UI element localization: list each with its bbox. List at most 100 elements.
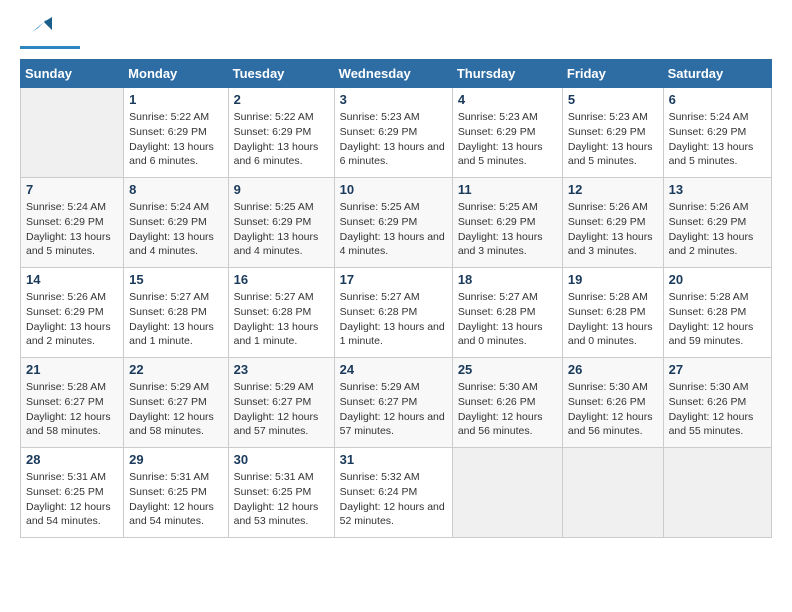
day-number: 20 [669, 272, 766, 287]
day-info: Sunrise: 5:26 AMSunset: 6:29 PMDaylight:… [669, 200, 766, 259]
calendar-cell: 14 Sunrise: 5:26 AMSunset: 6:29 PMDayligh… [21, 268, 124, 358]
day-info: Sunrise: 5:29 AMSunset: 6:27 PMDaylight:… [129, 380, 222, 439]
calendar-cell: 30Sunrise: 5:31 AMSunset: 6:25 PMDayligh… [228, 448, 334, 538]
calendar-cell: 17Sunrise: 5:27 AMSunset: 6:28 PMDayligh… [334, 268, 452, 358]
calendar-cell [562, 448, 663, 538]
weekday-header-thursday: Thursday [452, 60, 562, 88]
day-info: Sunrise: 5:27 AMSunset: 6:28 PMDaylight:… [340, 290, 447, 349]
day-info: Sunrise: 5:29 AMSunset: 6:27 PMDaylight:… [340, 380, 447, 439]
day-number: 23 [234, 362, 329, 377]
calendar-cell: 4 Sunrise: 5:23 AMSunset: 6:29 PMDaylight… [452, 88, 562, 178]
day-info: Sunrise: 5:24 AMSunset: 6:29 PMDaylight:… [669, 110, 766, 169]
day-number: 3 [340, 92, 447, 107]
day-number: 29 [129, 452, 222, 467]
calendar-cell: 12 Sunrise: 5:26 AMSunset: 6:29 PMDayligh… [562, 178, 663, 268]
day-number: 19 [568, 272, 658, 287]
calendar-cell: 31Sunrise: 5:32 AMSunset: 6:24 PMDayligh… [334, 448, 452, 538]
week-row-1: 1 Sunrise: 5:22 AMSunset: 6:29 PMDaylight… [21, 88, 772, 178]
day-info: Sunrise: 5:23 AMSunset: 6:29 PMDaylight:… [568, 110, 658, 169]
calendar-cell: 9 Sunrise: 5:25 AMSunset: 6:29 PMDaylight… [228, 178, 334, 268]
header [20, 20, 772, 49]
day-info: Sunrise: 5:25 AMSunset: 6:29 PMDaylight:… [458, 200, 557, 259]
day-info: Sunrise: 5:31 AMSunset: 6:25 PMDaylight:… [26, 470, 118, 529]
day-number: 16 [234, 272, 329, 287]
calendar-cell: 19 Sunrise: 5:28 AMSunset: 6:28 PMDayligh… [562, 268, 663, 358]
day-info: Sunrise: 5:30 AMSunset: 6:26 PMDaylight:… [458, 380, 557, 439]
day-number: 1 [129, 92, 222, 107]
logo [20, 20, 80, 49]
day-info: Sunrise: 5:32 AMSunset: 6:24 PMDaylight:… [340, 470, 447, 529]
calendar-cell: 10 Sunrise: 5:25 AMSunset: 6:29 PMDayligh… [334, 178, 452, 268]
day-info: Sunrise: 5:24 AMSunset: 6:29 PMDaylight:… [129, 200, 222, 259]
day-info: Sunrise: 5:27 AMSunset: 6:28 PMDaylight:… [234, 290, 329, 349]
day-info: Sunrise: 5:25 AMSunset: 6:29 PMDaylight:… [234, 200, 329, 259]
day-info: Sunrise: 5:25 AMSunset: 6:29 PMDaylight:… [340, 200, 447, 259]
day-number: 27 [669, 362, 766, 377]
day-number: 7 [26, 182, 118, 197]
day-info: Sunrise: 5:27 AMSunset: 6:28 PMDaylight:… [129, 290, 222, 349]
calendar-cell: 21Sunrise: 5:28 AMSunset: 6:27 PMDayligh… [21, 358, 124, 448]
calendar-table: SundayMondayTuesdayWednesdayThursdayFrid… [20, 59, 772, 538]
calendar-cell: 25 Sunrise: 5:30 AMSunset: 6:26 PMDayligh… [452, 358, 562, 448]
day-number: 15 [129, 272, 222, 287]
calendar-cell: 7 Sunrise: 5:24 AMSunset: 6:29 PMDaylight… [21, 178, 124, 268]
calendar-cell: 6Sunrise: 5:24 AMSunset: 6:29 PMDaylight… [663, 88, 771, 178]
day-number: 8 [129, 182, 222, 197]
calendar-cell [21, 88, 124, 178]
day-number: 13 [669, 182, 766, 197]
day-info: Sunrise: 5:24 AMSunset: 6:29 PMDaylight:… [26, 200, 118, 259]
day-number: 21 [26, 362, 118, 377]
day-number: 10 [340, 182, 447, 197]
day-number: 9 [234, 182, 329, 197]
day-info: Sunrise: 5:23 AMSunset: 6:29 PMDaylight:… [458, 110, 557, 169]
day-number: 26 [568, 362, 658, 377]
day-number: 18 [458, 272, 557, 287]
weekday-header-wednesday: Wednesday [334, 60, 452, 88]
weekday-header-sunday: Sunday [21, 60, 124, 88]
day-number: 4 [458, 92, 557, 107]
calendar-cell: 22 Sunrise: 5:29 AMSunset: 6:27 PMDayligh… [124, 358, 228, 448]
day-number: 5 [568, 92, 658, 107]
calendar-cell [663, 448, 771, 538]
weekday-header-friday: Friday [562, 60, 663, 88]
day-info: Sunrise: 5:31 AMSunset: 6:25 PMDaylight:… [129, 470, 222, 529]
week-row-5: 28 Sunrise: 5:31 AMSunset: 6:25 PMDayligh… [21, 448, 772, 538]
weekday-header-monday: Monday [124, 60, 228, 88]
day-number: 2 [234, 92, 329, 107]
calendar-cell: 16 Sunrise: 5:27 AMSunset: 6:28 PMDayligh… [228, 268, 334, 358]
calendar-cell: 29 Sunrise: 5:31 AMSunset: 6:25 PMDayligh… [124, 448, 228, 538]
day-number: 28 [26, 452, 118, 467]
day-info: Sunrise: 5:23 AMSunset: 6:29 PMDaylight:… [340, 110, 447, 169]
calendar-cell: 18Sunrise: 5:27 AMSunset: 6:28 PMDayligh… [452, 268, 562, 358]
calendar-cell: 2 Sunrise: 5:22 AMSunset: 6:29 PMDaylight… [228, 88, 334, 178]
day-number: 14 [26, 272, 118, 287]
day-number: 12 [568, 182, 658, 197]
week-row-2: 7 Sunrise: 5:24 AMSunset: 6:29 PMDaylight… [21, 178, 772, 268]
day-number: 25 [458, 362, 557, 377]
logo-underline [20, 46, 80, 49]
calendar-cell: 23 Sunrise: 5:29 AMSunset: 6:27 PMDayligh… [228, 358, 334, 448]
day-number: 22 [129, 362, 222, 377]
logo-icon [24, 12, 54, 42]
day-info: Sunrise: 5:26 AMSunset: 6:29 PMDaylight:… [26, 290, 118, 349]
day-info: Sunrise: 5:22 AMSunset: 6:29 PMDaylight:… [234, 110, 329, 169]
day-number: 30 [234, 452, 329, 467]
calendar-cell: 11Sunrise: 5:25 AMSunset: 6:29 PMDayligh… [452, 178, 562, 268]
week-row-3: 14 Sunrise: 5:26 AMSunset: 6:29 PMDayligh… [21, 268, 772, 358]
calendar-cell: 5 Sunrise: 5:23 AMSunset: 6:29 PMDaylight… [562, 88, 663, 178]
day-info: Sunrise: 5:26 AMSunset: 6:29 PMDaylight:… [568, 200, 658, 259]
weekday-header-tuesday: Tuesday [228, 60, 334, 88]
calendar-cell: 20Sunrise: 5:28 AMSunset: 6:28 PMDayligh… [663, 268, 771, 358]
calendar-cell: 26 Sunrise: 5:30 AMSunset: 6:26 PMDayligh… [562, 358, 663, 448]
day-info: Sunrise: 5:28 AMSunset: 6:28 PMDaylight:… [568, 290, 658, 349]
day-info: Sunrise: 5:29 AMSunset: 6:27 PMDaylight:… [234, 380, 329, 439]
calendar-cell: 15 Sunrise: 5:27 AMSunset: 6:28 PMDayligh… [124, 268, 228, 358]
week-row-4: 21Sunrise: 5:28 AMSunset: 6:27 PMDayligh… [21, 358, 772, 448]
day-info: Sunrise: 5:30 AMSunset: 6:26 PMDaylight:… [669, 380, 766, 439]
calendar-cell: 13 Sunrise: 5:26 AMSunset: 6:29 PMDayligh… [663, 178, 771, 268]
weekday-header-saturday: Saturday [663, 60, 771, 88]
calendar-cell [452, 448, 562, 538]
day-info: Sunrise: 5:30 AMSunset: 6:26 PMDaylight:… [568, 380, 658, 439]
calendar-cell: 3 Sunrise: 5:23 AMSunset: 6:29 PMDaylight… [334, 88, 452, 178]
day-number: 24 [340, 362, 447, 377]
